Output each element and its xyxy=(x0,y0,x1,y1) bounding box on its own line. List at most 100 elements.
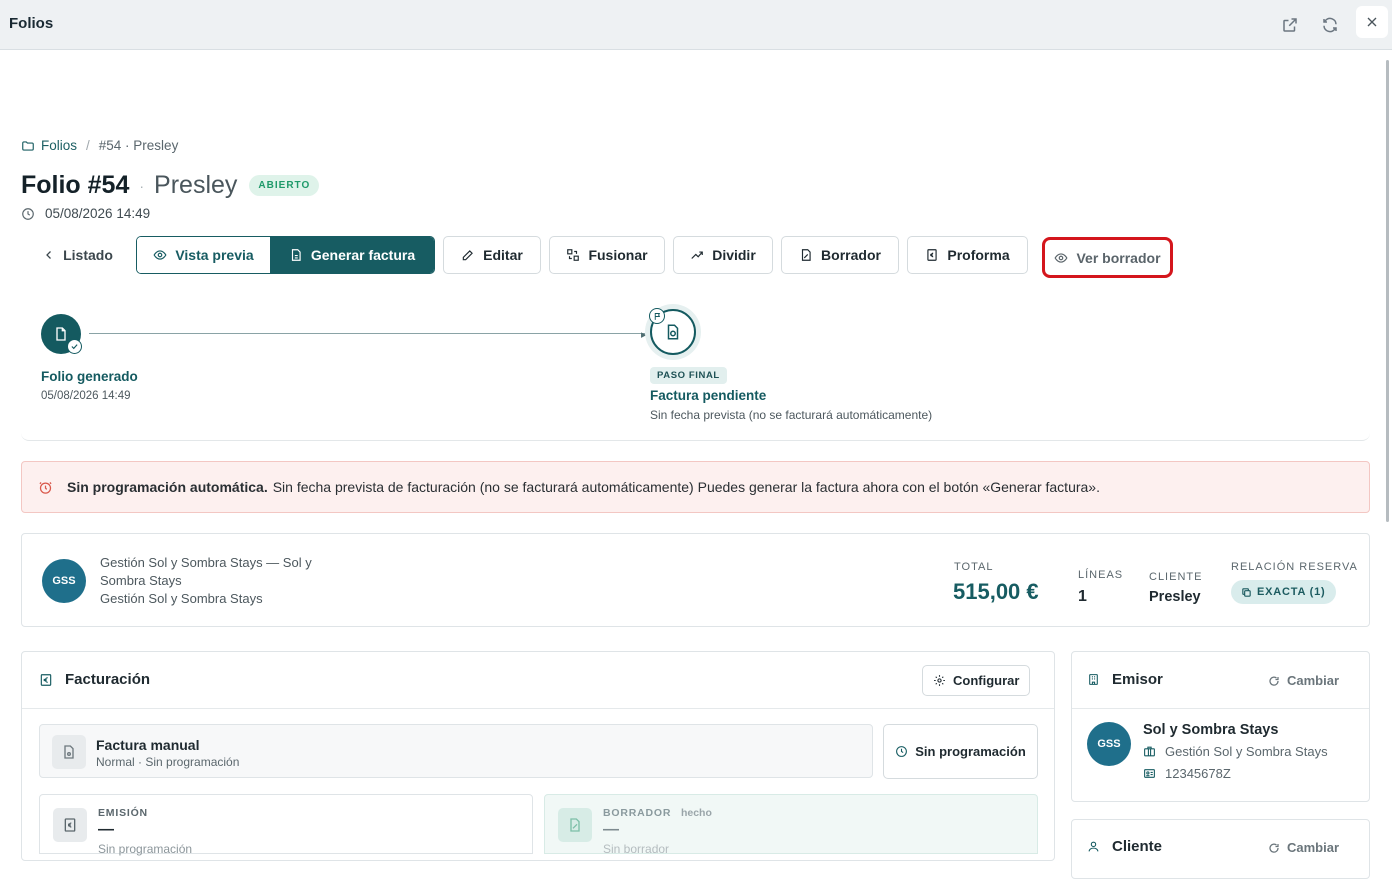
merge-button[interactable]: Fusionar xyxy=(549,236,665,274)
lines-value: 1 xyxy=(1078,588,1087,605)
breadcrumb-folios-link[interactable]: Folios xyxy=(21,138,77,153)
eye-icon xyxy=(1054,252,1068,263)
issuer-card-header: Emisor Cambiar xyxy=(1072,652,1369,709)
refresh-icon xyxy=(1269,676,1279,686)
breadcrumb: Folios / #54 · Presley xyxy=(21,138,178,153)
configure-button[interactable]: Configurar xyxy=(922,665,1031,696)
billing-card: Facturación Configurar Factura manual No… xyxy=(21,651,1055,861)
proforma-button[interactable]: Proforma xyxy=(907,236,1028,274)
issuer-avatar: GSS xyxy=(1087,722,1131,766)
issuer-card: Emisor Cambiar GSS Sol y Sombra Stays Ge… xyxy=(1071,651,1370,802)
billing-title: Facturación xyxy=(39,671,150,688)
client-value: Presley xyxy=(1149,589,1201,605)
folio-number: Folio #54 xyxy=(21,171,130,199)
change-client-button[interactable]: Cambiar xyxy=(1268,840,1339,855)
summary-entity: Gestión Sol y Sombra Stays — Sol y Sombr… xyxy=(100,554,360,608)
schedule-button[interactable]: Sin programación xyxy=(883,724,1038,779)
alert-text: Sin fecha prevista de facturación (no se… xyxy=(272,479,1100,495)
change-issuer-button[interactable]: Cambiar xyxy=(1268,673,1339,688)
no-schedule-alert: Sin programación automática. Sin fecha p… xyxy=(21,461,1370,513)
draft-done-tag: hecho xyxy=(680,807,712,819)
briefcase-icon xyxy=(1144,746,1155,757)
manual-invoice-box[interactable]: Factura manual Normal · Sin programación xyxy=(39,724,873,778)
page-title: Folio #54 · Presley ABIERTO xyxy=(21,171,320,200)
preview-button[interactable]: Vista previa xyxy=(137,237,270,273)
clock-alert-icon xyxy=(38,480,53,495)
folder-icon xyxy=(22,140,34,151)
check-icon xyxy=(67,339,82,354)
summary-line1: Gestión Sol y Sombra Stays — Sol y Sombr… xyxy=(100,555,312,588)
guest-name: Presley xyxy=(154,171,238,199)
invoice-icon xyxy=(291,249,301,261)
emission-label: EMISIÓN xyxy=(98,807,148,819)
folio-summary: GSS Gestión Sol y Sombra Stays — Sol y S… xyxy=(21,533,1370,627)
refresh-icon xyxy=(1269,843,1279,853)
client-label: CLIENTE xyxy=(1149,571,1203,583)
edit-button[interactable]: Editar xyxy=(443,236,541,274)
copy-icon xyxy=(1242,587,1251,597)
external-link-icon[interactable] xyxy=(1277,12,1303,38)
draft-button[interactable]: Borrador xyxy=(781,236,899,274)
lines-label: LÍNEAS xyxy=(1078,569,1124,581)
billing-card-header: Facturación Configurar xyxy=(22,652,1054,709)
split-button[interactable]: Dividir xyxy=(673,236,773,274)
merge-icon xyxy=(567,249,580,261)
timeline-connector xyxy=(89,333,645,334)
invoice-type-icon xyxy=(52,735,86,769)
back-to-list-button[interactable]: Listado xyxy=(28,236,128,274)
emission-value: — xyxy=(98,821,114,838)
client-card: Cliente Cambiar xyxy=(1071,819,1370,879)
draft-label: BORRADOR hecho xyxy=(603,807,712,819)
proforma-icon xyxy=(927,249,938,261)
window-title: Folios xyxy=(9,15,54,32)
refresh-icon[interactable] xyxy=(1317,12,1343,38)
breadcrumb-current: #54 · Presley xyxy=(98,138,179,153)
relation-label: RELACIÓN RESERVA xyxy=(1231,561,1358,573)
manual-invoice-subtitle: Normal · Sin programación xyxy=(96,755,240,769)
total-label: TOTAL xyxy=(954,561,994,573)
chevron-left-icon xyxy=(46,251,52,259)
generate-invoice-button[interactable]: Generar factura xyxy=(270,237,434,273)
summary-line2: Gestión Sol y Sombra Stays xyxy=(100,591,263,606)
preview-generate-group: Vista previa Generar factura xyxy=(136,236,435,274)
eye-icon xyxy=(153,250,167,260)
close-icon xyxy=(1367,17,1377,27)
close-button[interactable] xyxy=(1356,6,1388,38)
emission-subtext: Sin programación xyxy=(98,842,193,856)
scrollbar[interactable] xyxy=(1386,60,1389,522)
action-toolbar: Listado Vista previa Generar factura Edi… xyxy=(0,236,1392,278)
status-badge: ABIERTO xyxy=(249,175,320,196)
draft-value: — xyxy=(603,821,619,838)
draft-subtext: Sin borrador xyxy=(603,842,670,856)
step2-description: Sin fecha prevista (no se facturará auto… xyxy=(650,408,933,422)
draft-card: BORRADOR hecho — Sin borrador xyxy=(544,794,1038,856)
id-card-icon xyxy=(1144,769,1155,778)
created-date: 05/08/2026 14:49 xyxy=(45,206,151,221)
issuer-company-row: Gestión Sol y Sombra Stays xyxy=(1143,744,1328,759)
window-titlebar: Folios xyxy=(0,0,1392,50)
split-icon xyxy=(691,251,704,259)
building-icon xyxy=(1089,674,1098,685)
breadcrumb-separator: / xyxy=(86,138,90,153)
view-draft-button[interactable]: Ver borrador xyxy=(1042,237,1173,278)
step2-label: Factura pendiente xyxy=(650,388,767,403)
folio-timeline: ▸ Folio generado 05/08/2026 14:49 PASO F… xyxy=(21,300,1370,441)
flag-icon xyxy=(649,308,665,324)
title-separator: · xyxy=(139,177,145,194)
draft-doc-icon xyxy=(558,808,592,842)
issuer-title: Emisor xyxy=(1087,671,1163,688)
step1-date: 05/08/2026 14:49 xyxy=(41,390,131,402)
issuer-name: Sol y Sombra Stays xyxy=(1143,722,1279,738)
alert-title: Sin programación automática. xyxy=(67,479,268,495)
manual-invoice-title: Factura manual xyxy=(96,737,200,753)
issuer-taxid-row: 12345678Z xyxy=(1143,766,1231,781)
invoice-settings-icon xyxy=(667,324,679,340)
pencil-icon xyxy=(462,250,474,261)
total-value: 515,00 € xyxy=(953,579,1039,604)
clock-icon xyxy=(896,746,908,757)
final-step-chip: PASO FINAL xyxy=(650,367,727,384)
document-icon xyxy=(56,327,66,341)
created-date-row: 05/08/2026 14:49 xyxy=(21,206,150,221)
emission-card: EMISIÓN — Sin programación xyxy=(39,794,533,856)
avatar: GSS xyxy=(42,559,86,603)
